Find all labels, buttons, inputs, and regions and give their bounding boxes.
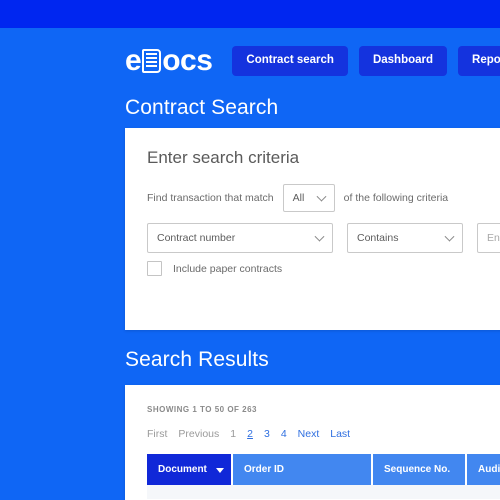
page-body: e ocs Contract search Dashboard Reports [0,28,500,500]
main-nav: Contract search Dashboard Reports [232,46,500,76]
criteria-field-select[interactable]: Contract number [147,223,333,253]
nav-reports-label: Reports [472,54,500,67]
brand-logo-text: e ocs [125,44,213,77]
chevron-down-icon [314,231,325,242]
page-title: Contract Search [125,96,279,119]
include-paper-contracts-label: Include paper contracts [173,262,283,275]
table-header-sequence-no-label: Sequence No. [384,464,451,475]
search-card-heading: Enter search criteria [147,148,300,167]
results-table-body [147,485,500,499]
top-accent-strip [0,0,500,28]
results-table-header-row: Document Order ID Sequence No. Audit Typ… [147,454,500,485]
include-paper-contracts-checkbox[interactable] [147,261,162,276]
table-header-order-id[interactable]: Order ID [233,454,371,485]
criteria-field-value: Contract number [157,232,236,244]
nav-dashboard-button[interactable]: Dashboard [358,46,448,76]
brand-logo-e: e [125,44,142,77]
nav-contract-search-button[interactable]: Contract search [232,46,348,76]
pagination-page-3[interactable]: 3 [264,428,270,440]
pagination: First Previous 1 2 3 4 Next Last [147,428,350,440]
results-title: Search Results [125,348,269,371]
chevron-down-icon [316,191,327,202]
criteria-field-row: Contract number Contains [147,223,500,253]
pagination-previous[interactable]: Previous [178,428,219,440]
search-criteria-card: Enter search criteria Find transaction t… [125,128,500,330]
match-suffix-label: of the following criteria [343,192,449,204]
match-type-value: All [292,192,305,204]
include-paper-contracts-row: Include paper contracts [147,261,282,276]
pagination-page-1[interactable]: 1 [230,428,236,440]
match-prefix-label: Find transaction that match [147,192,274,204]
criteria-operator-select[interactable]: Contains [347,223,463,253]
brand-logo-ocs: ocs [162,44,213,77]
table-header-audit-type[interactable]: Audit Type [467,454,500,485]
table-header-document-label: Document [158,464,207,475]
table-header-document[interactable]: Document [147,454,231,485]
results-count-label: SHOWING 1 TO 50 OF 263 [147,405,257,414]
site-header: e ocs Contract search Dashboard Reports [125,40,500,82]
table-header-audit-type-label: Audit Type [478,464,500,475]
table-header-sequence-no[interactable]: Sequence No. [373,454,465,485]
chevron-down-icon [215,467,224,473]
search-results-card: SHOWING 1 TO 50 OF 263 First Previous 1 … [125,385,500,500]
nav-reports-button[interactable]: Reports [458,46,500,76]
pagination-first[interactable]: First [147,428,167,440]
match-type-select[interactable]: All [282,184,335,212]
pagination-page-2[interactable]: 2 [247,428,253,440]
chevron-down-icon [444,231,455,242]
nav-dashboard-label: Dashboard [372,54,434,67]
document-icon [142,49,162,73]
criteria-value-input[interactable] [477,223,500,253]
brand-logo[interactable]: e ocs [125,44,213,78]
nav-contract-search-label: Contract search [246,54,334,67]
match-criteria-row: Find transaction that match All of the f… [147,184,448,212]
criteria-operator-value: Contains [357,232,399,244]
table-header-order-id-label: Order ID [244,464,285,475]
pagination-next[interactable]: Next [298,428,320,440]
pagination-last[interactable]: Last [330,428,350,440]
pagination-page-4[interactable]: 4 [281,428,287,440]
